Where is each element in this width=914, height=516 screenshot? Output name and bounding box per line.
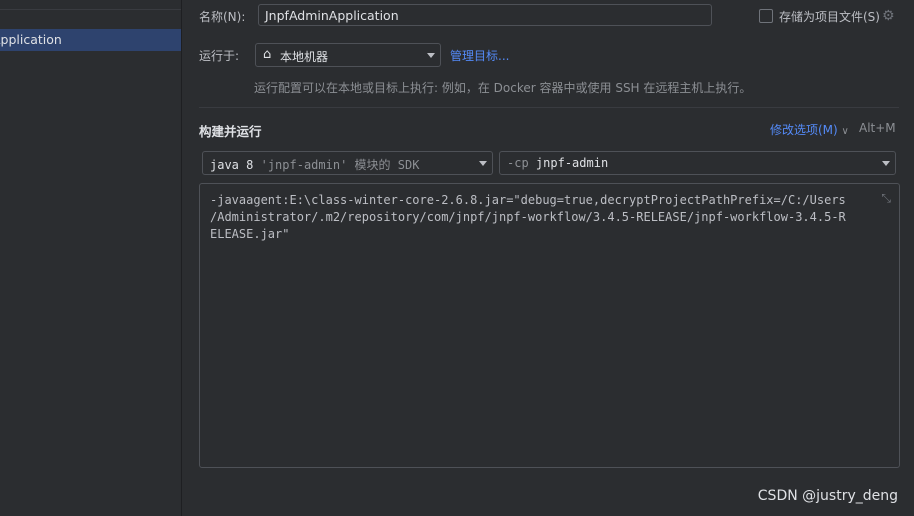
chevron-down-icon (427, 53, 435, 58)
run-target-select[interactable]: ⌂ 本地机器 (255, 43, 441, 67)
modify-options-label: 修改选项(M) (770, 123, 838, 137)
name-field[interactable]: JnpfAdminApplication (258, 4, 712, 26)
chevron-down-icon: ∨ (841, 126, 849, 137)
manage-targets-link[interactable]: 管理目标... (450, 47, 509, 64)
classpath-module-select[interactable]: -cp jnpf-admin (499, 151, 896, 175)
sidebar-item-label: Application (0, 32, 62, 47)
chevron-down-icon (882, 161, 890, 166)
name-label: 名称(N): (199, 10, 246, 24)
classpath-value: -cp jnpf-admin (507, 156, 608, 170)
sidebar: Application (0, 0, 182, 516)
home-icon: ⌂ (263, 47, 272, 62)
jdk-select[interactable]: java 8 'jnpf-admin' 模块的 SDK (202, 151, 493, 175)
jdk-module: 'jnpf-admin' (260, 158, 348, 172)
config-panel: 名称(N): JnpfAdminApplication 存储为项目文件(S) ⚙… (182, 0, 914, 516)
cp-flag: -cp (507, 156, 529, 170)
run-on-hint: 运行配置可以在本地或目标上执行: 例如，在 Docker 容器中或使用 SSH … (254, 81, 752, 95)
run-target-value: 本地机器 (280, 50, 329, 64)
run-on-label: 运行于: (199, 49, 240, 63)
jdk-version: java 8 (210, 158, 254, 172)
store-as-project-file-label: 存储为项目文件(S) (779, 10, 880, 24)
sidebar-item-application[interactable]: Application (0, 29, 181, 51)
cp-module: jnpf-admin (535, 156, 609, 170)
vm-options-text: -javaagent:E:\class-winter-core-2.6.8.ja… (210, 193, 846, 241)
vm-options-field[interactable]: -javaagent:E:\class-winter-core-2.6.8.ja… (199, 183, 900, 468)
build-run-title: 构建并运行 (199, 124, 262, 139)
jdk-suffix: 模块的 SDK (354, 158, 420, 172)
jdk-value: java 8 'jnpf-admin' 模块的 SDK (210, 156, 419, 173)
modify-options-shortcut: Alt+M (859, 121, 896, 135)
gear-icon[interactable]: ⚙ (882, 9, 896, 23)
chevron-down-icon (479, 161, 487, 166)
section-divider (199, 107, 899, 108)
sidebar-divider (0, 9, 181, 10)
collapse-icon[interactable]: ⤡ (881, 192, 891, 204)
watermark: CSDN @justry_deng (757, 488, 898, 504)
modify-options-link[interactable]: 修改选项(M) ∨ (770, 121, 849, 138)
store-as-project-file-checkbox[interactable] (759, 9, 773, 23)
